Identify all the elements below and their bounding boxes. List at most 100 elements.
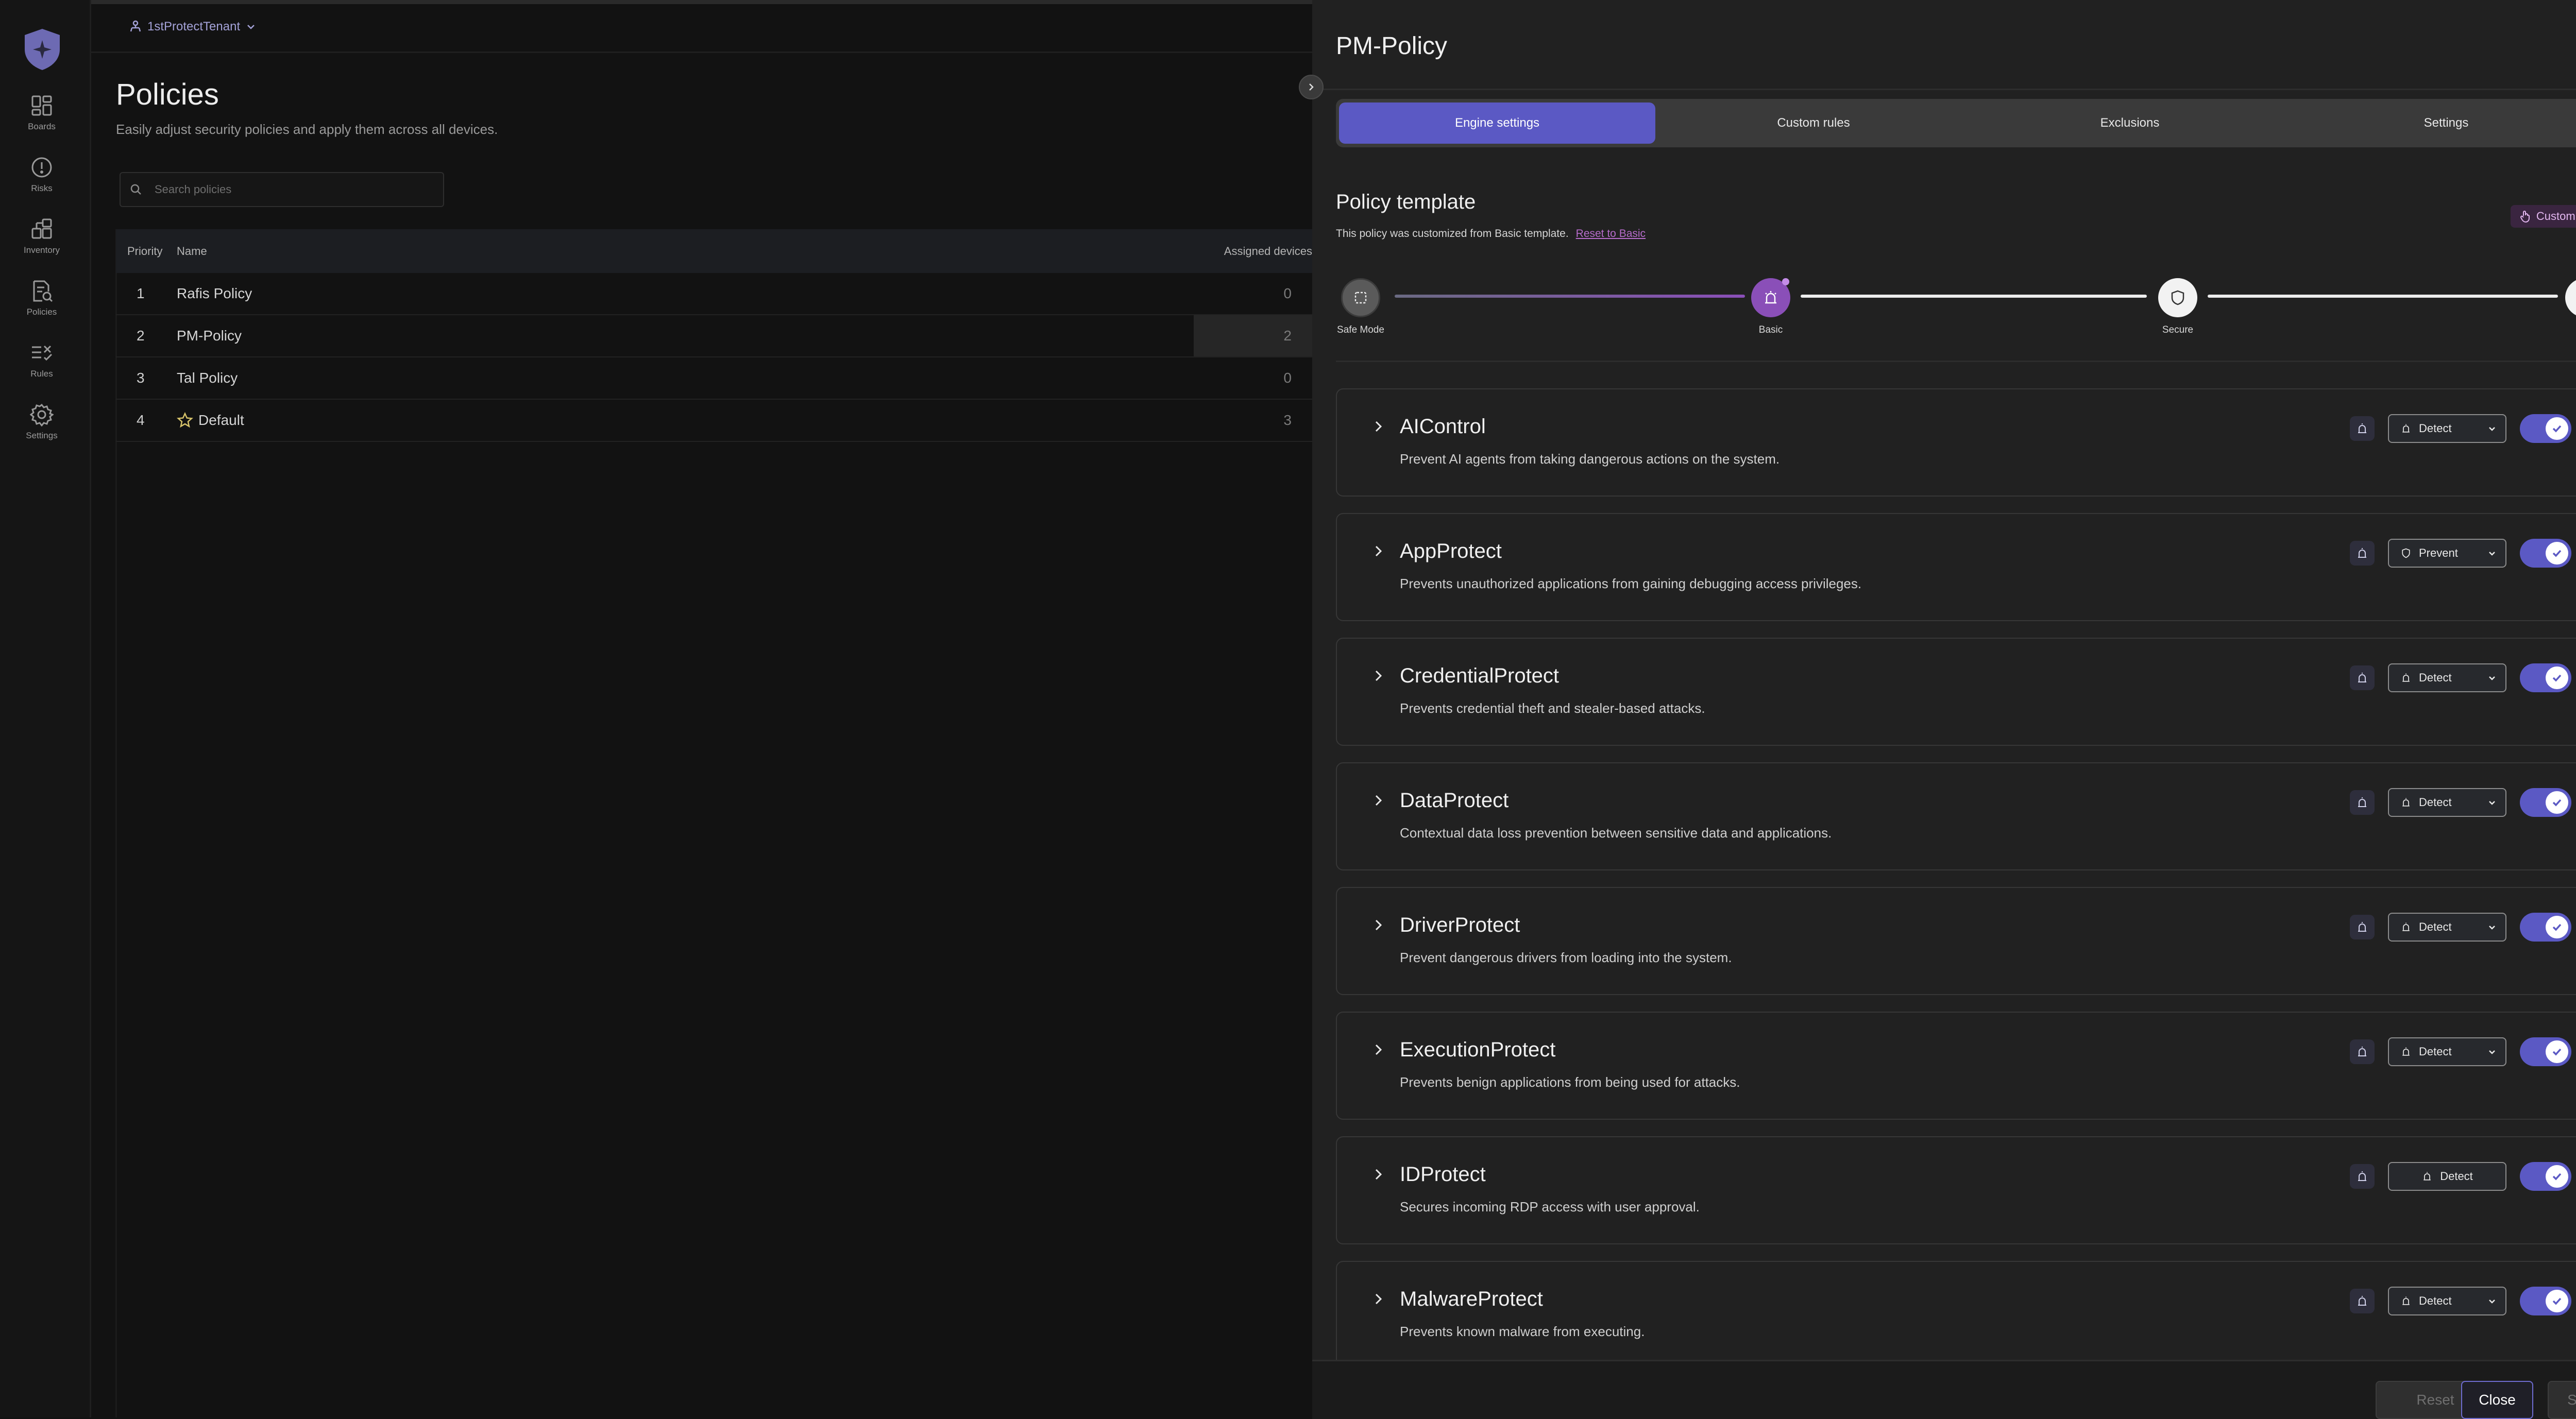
mode-dropdown[interactable]: Detect [2388, 913, 2506, 942]
engine-enable-toggle[interactable] [2520, 539, 2571, 568]
engine-enable-toggle[interactable] [2520, 414, 2571, 443]
sidebar-item-rules[interactable]: Rules [0, 341, 83, 379]
engine-enable-toggle[interactable] [2520, 788, 2571, 817]
template-level-slider[interactable]: Safe Mode Basic Secure Max [1312, 278, 2576, 340]
sidebar-item-settings[interactable]: Settings [0, 403, 83, 441]
level-safe-mode[interactable] [1341, 278, 1380, 317]
alarm-icon [2358, 1047, 2366, 1056]
tab-engine-settings[interactable]: Engine settings [1339, 102, 1655, 144]
engine-alert-button[interactable] [2350, 665, 2375, 690]
policy-drawer: PM-Policy Engine settings Custom rules E… [1312, 0, 2576, 1419]
row-devices: 2 [1194, 315, 1312, 356]
chevron-right-icon[interactable] [1371, 1167, 1385, 1182]
slider-track [2208, 295, 2558, 298]
page-title: Policies [116, 78, 219, 111]
row-priority: 2 [137, 328, 145, 344]
engine-alert-button[interactable] [2350, 416, 2375, 441]
sidebar-item-policies[interactable]: Policies [0, 279, 83, 317]
policy-template-title: Policy template [1336, 191, 1476, 213]
drawer-footer: Reset Close Save [1312, 1360, 2576, 1419]
engine-description: Prevents known malware from executing. [1400, 1324, 1645, 1339]
engine-enable-toggle[interactable] [2520, 1162, 2571, 1191]
sidebar-item-label: Policies [26, 307, 57, 317]
table-row[interactable]: 4 Default 3 [116, 400, 1312, 442]
save-button[interactable]: Save [2548, 1381, 2576, 1419]
collapse-drawer-button[interactable] [1299, 75, 1324, 99]
engine-alert-button[interactable] [2350, 1039, 2375, 1064]
chevron-down-icon [2489, 801, 2495, 805]
mode-label: Detect [2419, 1045, 2452, 1058]
settings-icon [30, 403, 54, 426]
check-icon [2546, 1290, 2568, 1312]
alarm-icon [2358, 1296, 2366, 1306]
sidebar-item-boards[interactable]: Boards [0, 94, 83, 132]
alarm-icon [2402, 922, 2410, 931]
engine-enable-toggle[interactable] [2520, 913, 2571, 942]
engine-alert-button[interactable] [2350, 1289, 2375, 1313]
table-row[interactable]: 3 Tal Policy 0 [116, 357, 1312, 400]
engine-alert-button[interactable] [2350, 541, 2375, 566]
engine-alert-button[interactable] [2350, 790, 2375, 815]
chevron-right-icon[interactable] [1371, 669, 1385, 683]
chevron-right-icon[interactable] [1371, 918, 1385, 932]
table-row[interactable]: 1 Rafis Policy 0 [116, 273, 1312, 315]
engine-enable-toggle[interactable] [2520, 1037, 2571, 1066]
level-secure[interactable] [2158, 278, 2197, 317]
chevron-right-icon[interactable] [1371, 793, 1385, 808]
tenant-name: 1stProtectTenant [147, 20, 241, 33]
tenant-switcher[interactable]: 1stProtectTenant [129, 20, 257, 34]
tab-custom-rules[interactable]: Custom rules [1655, 102, 1972, 144]
app-logo-icon[interactable] [22, 27, 63, 71]
search-box[interactable] [120, 172, 444, 207]
column-header-name[interactable]: Name [177, 245, 795, 258]
column-header-assigned-devices[interactable]: Assigned devices [1224, 229, 1312, 273]
mode-dropdown[interactable]: Detect [2388, 414, 2506, 443]
engine-alert-button[interactable] [2350, 1164, 2375, 1189]
engine-description: Prevents benign applications from being … [1400, 1074, 1740, 1090]
engine-enable-toggle[interactable] [2520, 663, 2571, 692]
mode-dropdown[interactable]: Prevent [2388, 539, 2506, 568]
close-button[interactable]: Close [2461, 1381, 2533, 1419]
engine-alert-button[interactable] [2350, 915, 2375, 939]
mode-label: Detect [2419, 920, 2452, 933]
mode-dropdown[interactable]: Detect [2388, 663, 2506, 692]
alarm-icon [2358, 423, 2366, 433]
table-header: Priority Name Assigned devices [116, 229, 1312, 273]
policy-template-text: This policy was customized from Basic te… [1336, 228, 1569, 240]
engine-description: Contextual data loss prevention between … [1400, 825, 1832, 841]
row-priority: 3 [137, 370, 145, 386]
tenant-icon [130, 20, 141, 32]
drawer-title: PM-Policy [1336, 32, 1448, 60]
tab-settings[interactable]: Settings [2288, 102, 2576, 144]
level-max[interactable] [2565, 278, 2576, 317]
chevron-right-icon[interactable] [1371, 1292, 1385, 1306]
safe-mode-icon [1354, 292, 1367, 304]
engine-description: Prevents unauthorized applications from … [1400, 576, 1862, 591]
default-star-icon [177, 412, 193, 428]
engine-enable-toggle[interactable] [2520, 1287, 2571, 1315]
table-row-selected[interactable]: 2 PM-Policy 2 [116, 315, 1312, 357]
engine-name: ExecutionProtect [1400, 1038, 1556, 1061]
chevron-right-icon[interactable] [1371, 419, 1385, 434]
row-priority: 1 [137, 285, 145, 301]
sidebar: Boards Risks Inventory Policies Rules Se… [0, 0, 91, 1417]
chevron-right-icon[interactable] [1371, 544, 1385, 558]
alarm-icon [2402, 1296, 2410, 1305]
row-devices: 0 [1283, 370, 1292, 386]
page-subtitle: Easily adjust security policies and appl… [116, 122, 498, 137]
reset-to-basic-link[interactable]: Reset to Basic [1576, 228, 1646, 240]
mode-dropdown[interactable]: Detect [2388, 1037, 2506, 1066]
search-input[interactable] [154, 182, 423, 197]
row-name: Rafis Policy [177, 285, 252, 301]
shield-icon [2171, 290, 2184, 305]
mode-dropdown[interactable]: Detect [2388, 1287, 2506, 1315]
column-header-priority[interactable]: Priority [116, 245, 177, 258]
tab-exclusions[interactable]: Exclusions [1972, 102, 2288, 144]
sidebar-item-inventory[interactable]: Inventory [0, 217, 83, 255]
sidebar-item-risks[interactable]: Risks [0, 156, 83, 194]
level-basic[interactable] [1751, 278, 1790, 317]
engine-description: Secures incoming RDP access with user ap… [1400, 1199, 1700, 1215]
chevron-right-icon[interactable] [1371, 1042, 1385, 1057]
mode-dropdown[interactable]: Detect [2388, 788, 2506, 817]
slider-track [1801, 295, 2147, 298]
